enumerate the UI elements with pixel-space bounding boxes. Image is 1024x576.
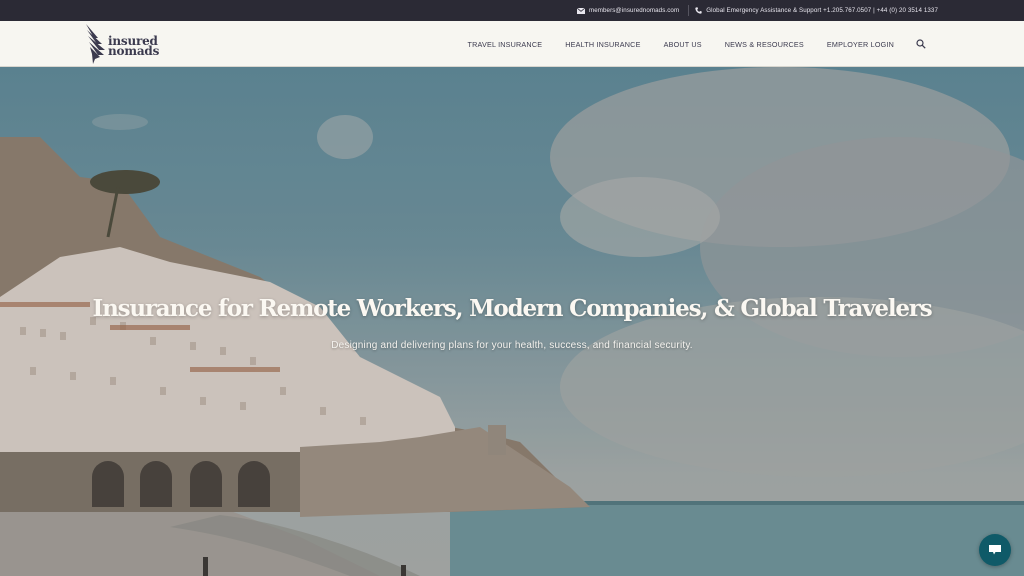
search-button[interactable] <box>916 39 926 49</box>
site-header: insured nomads TRAVEL INSURANCE HEALTH I… <box>0 21 1024 67</box>
chat-widget-button[interactable] <box>979 534 1011 566</box>
main-nav: TRAVEL INSURANCE HEALTH INSURANCE ABOUT … <box>445 21 926 67</box>
search-icon <box>916 39 926 49</box>
logo[interactable]: insured nomads <box>84 24 159 64</box>
support-text[interactable]: Global Emergency Assistance & Support +1… <box>706 7 938 14</box>
nav-travel-insurance[interactable]: TRAVEL INSURANCE <box>468 40 543 49</box>
divider <box>688 5 690 16</box>
nav-health-insurance[interactable]: HEALTH INSURANCE <box>565 40 640 49</box>
email-text[interactable]: members@insurednomads.com <box>589 7 679 14</box>
hero-subtitle: Designing and delivering plans for your … <box>331 340 693 351</box>
logo-wordmark: insured nomads <box>108 35 160 58</box>
envelope-icon <box>576 7 585 14</box>
hero-section: Insurance for Remote Workers, Modern Com… <box>0 67 1024 576</box>
chat-bubble-icon <box>989 545 1001 555</box>
nav-about-us[interactable]: ABOUT US <box>664 40 702 49</box>
email-link[interactable]: members@insurednomads.com <box>576 7 679 14</box>
hero-title: Insurance for Remote Workers, Modern Com… <box>92 295 933 322</box>
wing-logo-icon <box>86 24 105 64</box>
logo-line-2: nomads <box>108 44 160 58</box>
top-contact-bar: members@insurednomads.com Global Emergen… <box>0 0 1024 21</box>
nav-employer-login[interactable]: EMPLOYER LOGIN <box>827 40 894 49</box>
phone-icon <box>695 7 702 14</box>
nav-news-resources[interactable]: NEWS & RESOURCES <box>725 40 804 49</box>
support-phone-link[interactable]: Global Emergency Assistance & Support +1… <box>695 7 938 14</box>
